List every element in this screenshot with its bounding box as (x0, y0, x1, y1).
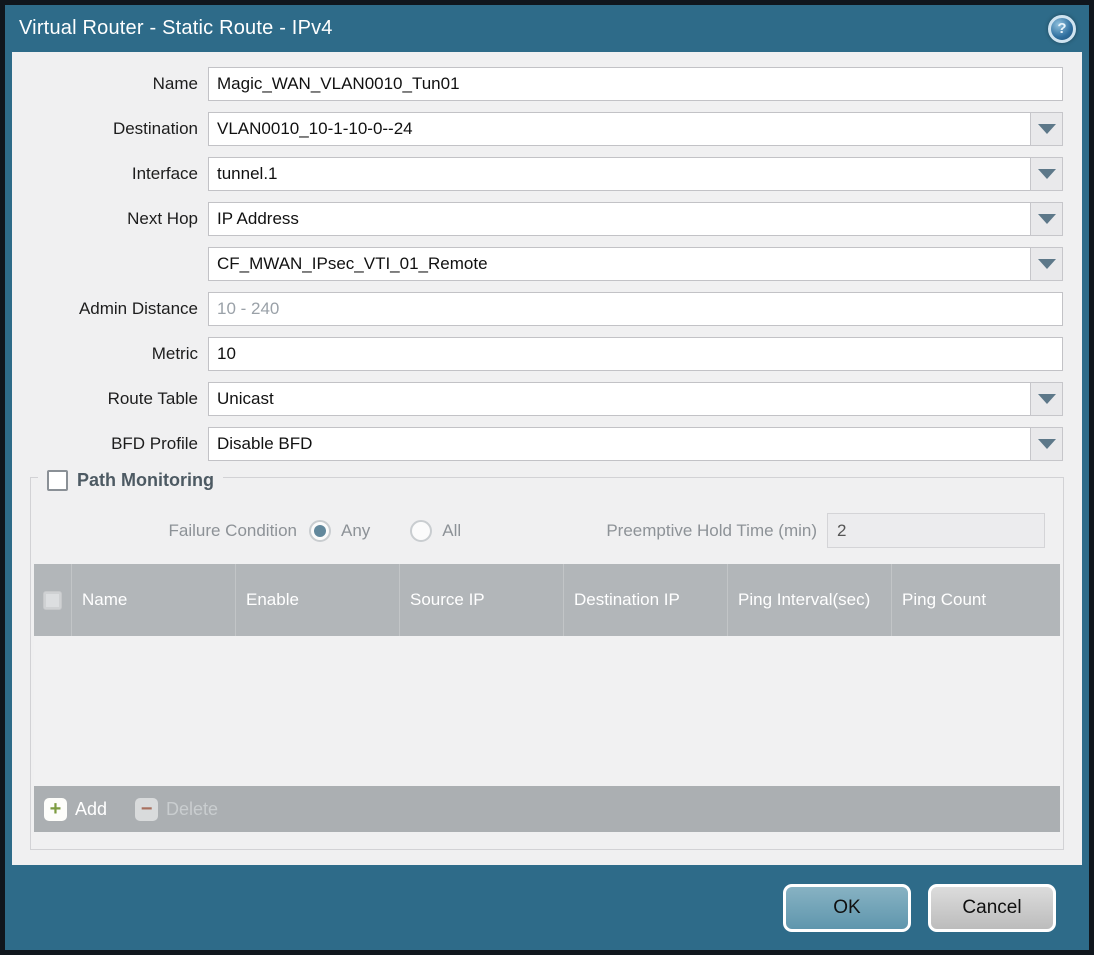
form-row-route-table: Route Table (12, 382, 1082, 416)
name-field-wrap (208, 67, 1063, 101)
chevron-down-icon (1037, 214, 1056, 224)
dialog-window: Virtual Router - Static Route - IPv4 ? N… (0, 0, 1094, 955)
static-route-dialog: Virtual Router - Static Route - IPv4 ? N… (5, 5, 1089, 950)
route-table-label: Route Table (107, 389, 198, 408)
failure-condition-any-label: Any (341, 520, 371, 540)
destination-dropdown-button[interactable] (1030, 112, 1063, 146)
column-header-name: Name (72, 564, 236, 636)
dialog-content: Name Destination Interface (12, 52, 1082, 865)
metric-label: Metric (151, 344, 198, 363)
failure-condition-all-label: All (442, 520, 462, 540)
failure-condition-radio-group: Any All (309, 519, 501, 542)
form-row-name: Name (12, 67, 1082, 101)
chevron-down-icon (1037, 259, 1056, 269)
column-header-source-ip: Source IP (400, 564, 564, 636)
table-body-empty (34, 636, 1060, 786)
chevron-down-icon (1037, 439, 1056, 449)
route-table-field-wrap (208, 382, 1063, 416)
table-toolbar: + Add − Delete (34, 786, 1060, 832)
failure-condition-any-radio[interactable] (309, 519, 331, 542)
delete-button-label: Delete (166, 798, 219, 819)
admin-distance-field-wrap (208, 292, 1063, 326)
next-hop-type-input[interactable] (208, 202, 1031, 236)
interface-dropdown-button[interactable] (1030, 157, 1063, 191)
interface-input[interactable] (208, 157, 1031, 191)
form-row-metric: Metric (12, 337, 1082, 371)
failure-condition-row: Failure Condition Any All Preemptive Hol… (34, 513, 1060, 548)
form-row-next-hop: Next Hop (12, 202, 1082, 236)
column-header-enable: Enable (236, 564, 400, 636)
name-label: Name (152, 74, 198, 93)
add-button-label: Add (75, 798, 108, 819)
form-row-destination: Destination (12, 112, 1082, 146)
route-table-input[interactable] (208, 382, 1031, 416)
titlebar: Virtual Router - Static Route - IPv4 ? (5, 5, 1089, 52)
cancel-button[interactable]: Cancel (928, 883, 1056, 932)
metric-field-wrap (208, 337, 1063, 371)
delete-button[interactable]: − Delete (135, 797, 219, 821)
form-row-admin-distance: Admin Distance (12, 292, 1082, 326)
next-hop-field-wrap (208, 202, 1063, 236)
next-hop-address-input[interactable] (208, 247, 1031, 281)
admin-distance-label: Admin Distance (78, 299, 198, 318)
ok-button[interactable]: OK (783, 883, 911, 932)
metric-input[interactable] (208, 337, 1063, 371)
preemptive-hold-time-group: Preemptive Hold Time (min) (606, 513, 1045, 548)
minus-icon: − (135, 797, 159, 821)
bfd-profile-input[interactable] (208, 427, 1031, 461)
plus-icon: + (44, 797, 67, 821)
form-row-interface: Interface (12, 157, 1082, 191)
path-monitoring-checkbox[interactable] (47, 470, 68, 491)
help-icon[interactable]: ? (1048, 14, 1076, 43)
interface-field-wrap (208, 157, 1063, 191)
path-monitoring-table: Name Enable Source IP Destination IP Pin… (34, 564, 1060, 832)
interface-label: Interface (131, 164, 198, 183)
table-header: Name Enable Source IP Destination IP Pin… (34, 564, 1060, 636)
bfd-profile-dropdown-button[interactable] (1030, 427, 1063, 461)
column-header-ping-count: Ping Count (902, 589, 987, 609)
path-monitoring-legend: Path Monitoring (38, 470, 223, 491)
select-all-checkbox[interactable] (43, 590, 62, 610)
bfd-profile-field-wrap (208, 427, 1063, 461)
form-row-next-hop-address (12, 247, 1082, 281)
failure-condition-all-radio[interactable] (410, 519, 433, 542)
select-all-cell (34, 564, 72, 636)
next-hop-label: Next Hop (127, 209, 198, 228)
form-row-bfd-profile: BFD Profile (12, 427, 1082, 461)
chevron-down-icon (1037, 169, 1056, 179)
add-button[interactable]: + Add (44, 797, 108, 821)
next-hop-address-dropdown-button[interactable] (1030, 247, 1063, 281)
path-monitoring-section: Path Monitoring Failure Condition Any Al… (30, 470, 1064, 850)
destination-field-wrap (208, 112, 1063, 146)
column-header-ping-interval: Ping Interval(sec) (728, 564, 892, 636)
dialog-footer: OK Cancel (5, 865, 1089, 950)
next-hop-address-field-wrap (208, 247, 1063, 281)
name-input[interactable] (208, 67, 1063, 101)
dialog-title: Virtual Router - Static Route - IPv4 (19, 17, 333, 39)
chevron-down-icon (1037, 394, 1056, 404)
route-table-dropdown-button[interactable] (1030, 382, 1063, 416)
path-monitoring-title: Path Monitoring (77, 470, 214, 490)
admin-distance-input[interactable] (208, 292, 1063, 326)
failure-condition-label: Failure Condition (168, 520, 297, 540)
next-hop-dropdown-button[interactable] (1030, 202, 1063, 236)
chevron-down-icon (1037, 124, 1056, 134)
bfd-profile-label: BFD Profile (111, 434, 198, 453)
preemptive-hold-time-label: Preemptive Hold Time (min) (606, 520, 817, 540)
column-header-destination-ip: Destination IP (564, 564, 728, 636)
destination-input[interactable] (208, 112, 1031, 146)
destination-label: Destination (112, 119, 198, 138)
preemptive-hold-time-input[interactable] (827, 513, 1045, 548)
